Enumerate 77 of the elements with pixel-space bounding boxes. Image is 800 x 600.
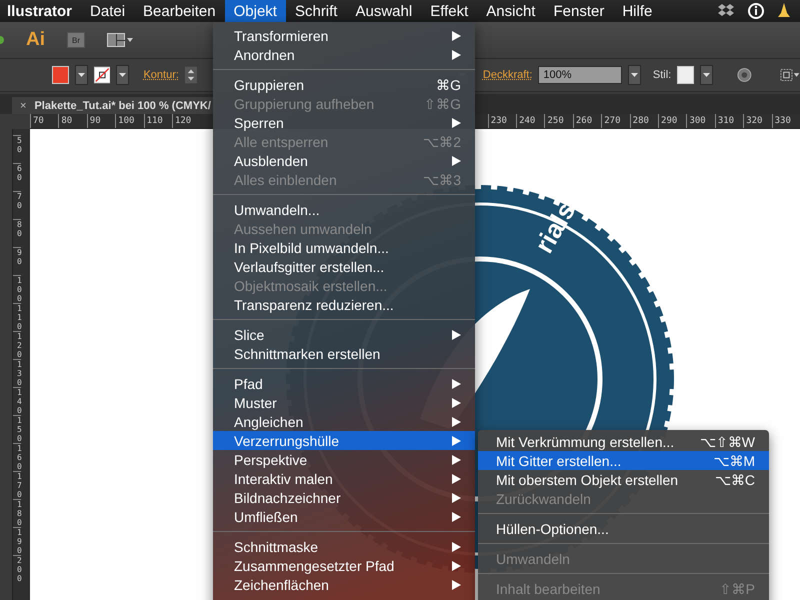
menu-item[interactable]: Schnittmaske — [213, 537, 475, 556]
ruler-label: 260 — [572, 114, 602, 128]
menu-bar-item[interactable]: Ansicht — [477, 0, 544, 22]
ruler-label: 90 — [86, 114, 116, 128]
menu-bar-item[interactable]: Auswahl — [346, 0, 422, 22]
menu-bar-item[interactable]: Hilfe — [613, 0, 662, 22]
menu-bar-item[interactable]: Datei — [81, 0, 134, 22]
ruler-label: 250 — [544, 114, 573, 128]
menu-item[interactable]: Bildnachzeichner — [213, 488, 475, 507]
opacity-label[interactable]: Deckkraft: — [482, 69, 532, 81]
ruler-label: 80 — [58, 114, 87, 128]
menu-item[interactable]: Zusammengesetzter Pfad — [213, 556, 475, 575]
menu-item[interactable]: Verlaufsgitter erstellen... — [213, 257, 475, 276]
menu-item[interactable]: Mit Gitter erstellen... ⌥⌘M — [478, 451, 769, 470]
ruler-label: 290 — [658, 114, 686, 128]
ruler-label: 100 — [115, 114, 144, 128]
menu-bar-item[interactable]: Effekt — [421, 0, 478, 22]
ruler-label: 160 — [13, 443, 21, 471]
menu-bar-item[interactable]: Objekt — [224, 0, 286, 22]
menu-item[interactable]: Transformieren — [213, 26, 475, 45]
ruler-label: 180 — [13, 499, 21, 527]
bridge-button[interactable]: Br — [67, 32, 85, 48]
ruler-label: 190 — [13, 527, 21, 555]
opacity-field[interactable]: 100% — [538, 66, 622, 84]
tab-title: Plakette_Tut.ai* bei 100 % (CMYK/ — [34, 100, 211, 112]
ruler-label: 150 — [13, 415, 21, 443]
ruler-label: 120 — [172, 114, 200, 128]
menu-item[interactable]: Anordnen — [213, 45, 475, 64]
ruler-label: 140 — [13, 387, 21, 415]
ruler-label: 110 — [13, 303, 21, 331]
menu-bar-item[interactable]: llustrator — [0, 0, 82, 22]
close-icon[interactable]: × — [20, 100, 26, 112]
ruler-label: 70 — [30, 114, 58, 128]
ruler-label: 90 — [13, 247, 21, 275]
menu-bar-item[interactable]: Bearbeiten — [134, 0, 225, 22]
menu-item[interactable]: Transparenz reduzieren... — [213, 295, 475, 314]
menu-item[interactable]: Zeichenflächen — [213, 575, 475, 594]
ruler-label: 330 — [772, 114, 800, 128]
ruler-label: 50 — [13, 135, 21, 163]
ruler-label: 70 — [13, 191, 21, 219]
ruler-label: 310 — [714, 114, 744, 128]
ruler-label: 280 — [630, 114, 658, 128]
menu-item[interactable]: Umwandeln... — [213, 200, 475, 219]
ruler-label: 200 — [13, 555, 21, 583]
style-label: Stil: — [652, 69, 672, 81]
menu-item[interactable]: Verzerrungshülle — [213, 431, 475, 450]
ruler-label: 320 — [743, 114, 772, 128]
menu-item[interactable]: Schnittmarken erstellen — [213, 344, 475, 363]
ruler-label: 170 — [13, 471, 21, 499]
ruler-label: 60 — [13, 163, 21, 191]
ruler-label: 230 — [488, 114, 516, 128]
ruler-label: 100 — [13, 275, 21, 303]
ruler-label: 300 — [686, 114, 715, 128]
menu-item[interactable]: Umfließen — [213, 507, 475, 526]
ruler-label: 80 — [13, 219, 21, 247]
menu-item[interactable]: Muster — [213, 393, 475, 412]
menu-item[interactable]: Slice — [213, 325, 475, 344]
menu-item[interactable]: Interaktiv malen — [213, 469, 475, 488]
app-logo: Ai — [26, 29, 45, 51]
ruler-label: 120 — [13, 331, 21, 359]
menu-item[interactable]: Pfad — [213, 374, 475, 393]
menu-bar-item[interactable]: Fenster — [544, 0, 614, 22]
menu-item[interactable]: Mit Verkrümmung erstellen... ⌥⇧⌘W — [478, 432, 769, 451]
menu-item[interactable]: In Pixelbild umwandeln... — [213, 238, 475, 257]
menu-item[interactable]: Mit oberstem Objekt erstellen ⌥⌘C — [478, 470, 769, 489]
ruler-label: 270 — [601, 114, 630, 128]
ruler-label: 110 — [144, 114, 172, 128]
menu-item[interactable]: Ausblenden — [213, 151, 475, 170]
menu-item[interactable]: Perspektive — [213, 450, 475, 469]
ruler-label: 130 — [13, 359, 21, 387]
stroke-label[interactable]: Kontur: — [143, 69, 179, 81]
ruler-label: 240 — [516, 114, 544, 128]
menu-item[interactable]: Gruppieren ⌘G — [213, 75, 475, 94]
menu-item[interactable]: Sperren — [213, 113, 475, 132]
menu-item[interactable]: Hüllen-Optionen... — [478, 519, 769, 538]
menu-item[interactable]: Angleichen — [213, 412, 475, 431]
menu-bar-item[interactable]: Schrift — [286, 0, 346, 22]
